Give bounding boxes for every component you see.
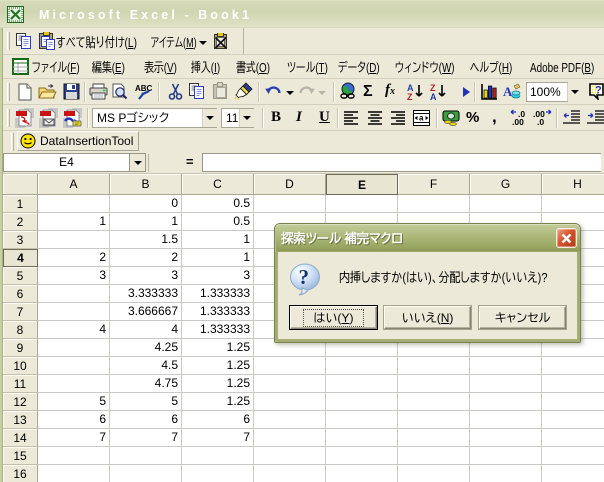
svg-text:.00: .00 xyxy=(512,117,524,126)
svg-text:.0: .0 xyxy=(537,117,544,126)
svg-text:ABC: ABC xyxy=(135,84,153,93)
svg-text:A: A xyxy=(503,84,513,99)
svg-text:?: ? xyxy=(299,265,310,289)
svg-text:a: a xyxy=(419,114,424,123)
svg-text:A: A xyxy=(430,92,437,101)
svg-text:Z: Z xyxy=(407,92,413,101)
svg-text:?: ? xyxy=(595,85,602,97)
